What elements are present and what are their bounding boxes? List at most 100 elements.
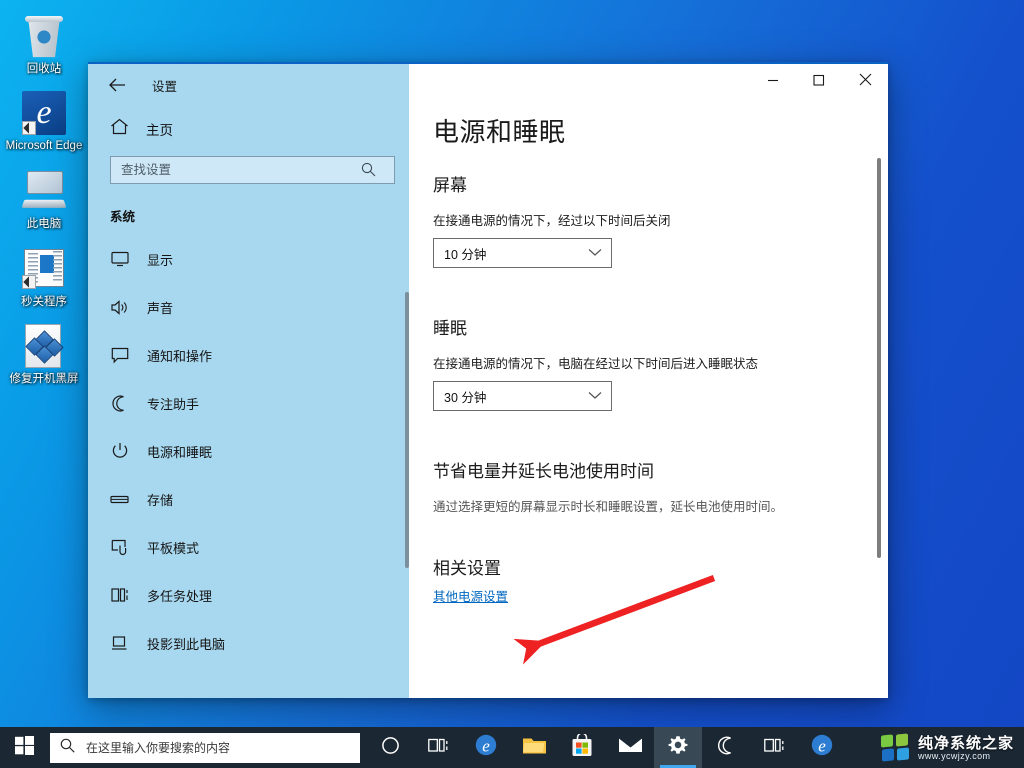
task-view-icon xyxy=(763,737,785,759)
related-settings-section: 相关设置 其他电源设置 xyxy=(433,554,846,606)
sleep-timeout-value: 30 分钟 xyxy=(444,390,487,405)
moon-icon xyxy=(110,394,129,413)
taskbar-task-view-button-2[interactable] xyxy=(750,727,798,768)
settings-content: 电源和睡眠 屏幕 在接通电源的情况下，经过以下时间后关闭 10 分钟 睡眠 在接… xyxy=(409,106,888,698)
mail-icon xyxy=(618,736,643,759)
sidebar-item-label: 通知和操作 xyxy=(147,348,213,364)
edge-icon: e xyxy=(474,733,498,762)
sidebar-item-notifications[interactable]: 通知和操作 xyxy=(88,331,409,379)
sidebar-item-multitasking[interactable]: 多任务处理 xyxy=(88,571,409,619)
chevron-down-icon xyxy=(588,389,602,403)
sidebar-item-storage[interactable]: 存储 xyxy=(88,475,409,523)
taskbar-search-placeholder: 在这里输入你要搜索的内容 xyxy=(86,741,231,755)
taskbar-microsoft-store-button[interactable] xyxy=(558,727,606,768)
desktop-icon-label: 此电脑 xyxy=(26,218,62,230)
desktop-icon-label: Microsoft Edge xyxy=(5,140,83,152)
section-description-sleep: 在接通电源的情况下，电脑在经过以下时间后进入睡眠状态 xyxy=(433,357,759,371)
power-icon xyxy=(110,442,129,461)
taskbar-night-light-button[interactable] xyxy=(702,727,750,768)
screen-timeout-dropdown[interactable]: 10 分钟 xyxy=(433,238,612,268)
close-icon xyxy=(859,73,871,86)
window-titlebar-right xyxy=(409,64,888,106)
section-heading-related: 相关设置 xyxy=(433,559,501,578)
cortana-circle-icon xyxy=(381,736,400,760)
home-icon xyxy=(110,118,129,140)
settings-sidebar: 设置 主页 查找设置 系统 显示 声音 通知和操作 专注助手 电源和睡眠 存储 … xyxy=(88,64,409,698)
tablet-icon xyxy=(110,538,129,557)
windows-logo-icon xyxy=(14,735,34,760)
microsoft-store-icon xyxy=(571,731,593,762)
taskbar-mail-button[interactable] xyxy=(606,727,654,768)
back-arrow-icon xyxy=(108,78,125,92)
sidebar-item-label: 平板模式 xyxy=(147,540,200,556)
sidebar-item-label: 电源和睡眠 xyxy=(147,444,213,460)
taskbar-file-explorer-button[interactable] xyxy=(510,727,558,768)
sidebar-group-title: 系统 xyxy=(110,210,136,224)
other-power-settings-link[interactable]: 其他电源设置 xyxy=(433,586,508,605)
taskbar-edge-button-2[interactable]: e xyxy=(798,727,846,768)
window-title: 设置 xyxy=(152,79,178,94)
taskbar-search-box[interactable]: 在这里输入你要搜索的内容 xyxy=(50,732,360,763)
sidebar-item-focus-assist[interactable]: 专注助手 xyxy=(88,379,409,427)
recycle-bin-icon xyxy=(21,14,67,60)
watermark-logo-icon xyxy=(880,733,911,764)
multitask-icon xyxy=(110,586,129,605)
screen-timeout-value: 10 分钟 xyxy=(444,247,487,262)
sidebar-nav-list: 显示 声音 通知和操作 专注助手 电源和睡眠 存储 平板模式 多任务处理 投影到… xyxy=(88,235,409,698)
project-icon xyxy=(110,634,129,653)
sleep-timeout-dropdown[interactable]: 30 分钟 xyxy=(433,381,612,411)
shortcut-arrow-icon xyxy=(22,275,36,289)
desktop-icon-list: 回收站 e Microsoft Edge 此电脑 秒关程序 修复开机黑屏 xyxy=(0,8,88,394)
crescent-moon-icon xyxy=(717,736,736,760)
section-heading-sleep: 睡眠 xyxy=(433,319,467,338)
edge-icon: e xyxy=(810,733,834,762)
desktop-icon-this-pc[interactable]: 此电脑 xyxy=(0,161,88,239)
battery-saving-section: 节省电量并延长电池使用时间 通过选择更短的屏幕显示时长和睡眠设置，延长电池使用时… xyxy=(433,457,846,515)
content-scrollbar-thumb[interactable] xyxy=(877,158,881,558)
page-title: 电源和睡眠 xyxy=(433,117,566,147)
taskbar-settings-button[interactable] xyxy=(654,727,702,768)
sidebar-item-label: 主页 xyxy=(146,123,173,138)
sidebar-item-label: 显示 xyxy=(147,252,174,268)
svg-text:e: e xyxy=(818,737,826,756)
desktop-icon-microsoft-edge[interactable]: e Microsoft Edge xyxy=(0,84,88,161)
settings-content-pane: 电源和睡眠 屏幕 在接通电源的情况下，经过以下时间后关闭 10 分钟 睡眠 在接… xyxy=(409,64,888,698)
sidebar-item-label: 专注助手 xyxy=(147,396,200,412)
desktop-icon-recycle-bin[interactable]: 回收站 xyxy=(0,8,88,84)
back-button[interactable] xyxy=(102,71,132,99)
section-heading-battery: 节省电量并延长电池使用时间 xyxy=(433,462,654,481)
sidebar-item-power-and-sleep[interactable]: 电源和睡眠 xyxy=(88,427,409,475)
shortcut-arrow-icon xyxy=(22,121,36,135)
notification-icon xyxy=(110,346,129,365)
search-input[interactable] xyxy=(110,156,395,184)
desktop-icon-label: 修复开机黑屏 xyxy=(9,373,79,385)
taskbar: 在这里输入你要搜索的内容 e e xyxy=(0,727,1024,768)
sidebar-scrollbar-thumb[interactable] xyxy=(405,292,409,568)
sidebar-item-display[interactable]: 显示 xyxy=(88,235,409,283)
sidebar-item-label: 投影到此电脑 xyxy=(147,636,226,652)
close-button[interactable] xyxy=(842,64,888,95)
file-explorer-icon xyxy=(522,735,547,761)
settings-gear-icon xyxy=(667,734,689,761)
start-button[interactable] xyxy=(0,727,48,768)
taskbar-task-view-button[interactable] xyxy=(414,727,462,768)
sidebar-item-projecting-to-this-pc[interactable]: 投影到此电脑 xyxy=(88,619,409,667)
minimize-button[interactable] xyxy=(750,64,796,95)
desktop-icon-label: 回收站 xyxy=(26,63,62,75)
taskbar-cortana-button[interactable] xyxy=(366,727,414,768)
sidebar-item-tablet-mode[interactable]: 平板模式 xyxy=(88,523,409,571)
speaker-icon xyxy=(110,298,129,317)
sidebar-item-sound[interactable]: 声音 xyxy=(88,283,409,331)
window-titlebar-left: 设置 xyxy=(88,64,409,106)
settings-window: 设置 主页 查找设置 系统 显示 声音 通知和操作 专注助手 电源和睡眠 存储 … xyxy=(88,62,888,698)
desktop: 回收站 e Microsoft Edge 此电脑 秒关程序 修复开机黑屏 设置 … xyxy=(0,0,1024,768)
sidebar-item-home[interactable]: 主页 xyxy=(88,106,409,152)
maximize-button[interactable] xyxy=(796,64,842,95)
desktop-icon-fix-black-screen[interactable]: 修复开机黑屏 xyxy=(0,317,88,394)
taskbar-edge-button[interactable]: e xyxy=(462,727,510,768)
sidebar-item-label: 存储 xyxy=(147,492,174,508)
watermark-title: 纯净系统之家 xyxy=(917,735,1014,753)
desktop-icon-quick-close-program[interactable]: 秒关程序 xyxy=(0,239,88,317)
